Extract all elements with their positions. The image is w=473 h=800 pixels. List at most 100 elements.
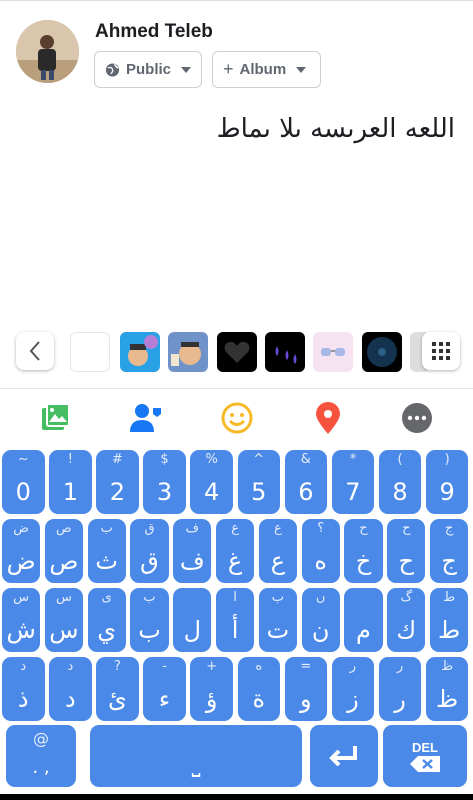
key-row3-5[interactable]: اأ: [216, 588, 255, 652]
sticker-vinyl-record[interactable]: [362, 332, 402, 372]
sticker-purple-drops[interactable]: [265, 332, 305, 372]
key-row1-6[interactable]: & 6: [284, 450, 328, 514]
key-main-label: ت: [266, 616, 290, 644]
enter-icon: [329, 746, 357, 767]
location-button[interactable]: [310, 400, 346, 436]
key-row2-2[interactable]: بث: [87, 519, 126, 583]
key-row1-2[interactable]: #2: [96, 450, 139, 514]
key-row1-4[interactable]: % 4: [190, 450, 233, 514]
key-delete[interactable]: DEL: [383, 725, 467, 787]
emoji-button[interactable]: [219, 400, 255, 436]
key-enter[interactable]: [310, 725, 378, 787]
key-row4-4[interactable]: + ؤ: [190, 657, 233, 721]
key-row1-8[interactable]: (8: [378, 450, 422, 514]
key-main-label: 5: [251, 478, 267, 506]
key-row3-8[interactable]: م: [344, 588, 383, 652]
post-text-input[interactable]: اللعه العرىسه ىلا ىماط: [217, 114, 455, 144]
key-row3-4[interactable]: ل: [173, 588, 212, 652]
key-alt-label: ف: [185, 521, 200, 536]
key-row1-0[interactable]: ~0: [2, 450, 45, 514]
key-row2-0[interactable]: ضض: [2, 519, 41, 583]
divider: [0, 388, 473, 389]
avatar[interactable]: [16, 20, 79, 83]
key-row1-5[interactable]: ^ 5: [237, 450, 280, 514]
sticker-grid-button[interactable]: [422, 332, 460, 370]
key-space[interactable]: ⎵: [90, 725, 302, 787]
more-button[interactable]: [399, 400, 435, 436]
photo-icon: [42, 403, 70, 430]
sticker-black-heart[interactable]: [217, 332, 257, 372]
tag-people-button[interactable]: [128, 400, 164, 436]
key-main-label: 6: [298, 478, 314, 506]
key-alt-label: (: [397, 452, 403, 467]
key-row4-1[interactable]: دد: [49, 657, 92, 721]
key-alt-label: &: [300, 452, 311, 467]
caret-down-icon: [296, 66, 307, 73]
key-row2-4[interactable]: فف: [173, 519, 212, 583]
key-main-label: ج: [441, 547, 457, 575]
caret-down-icon: [181, 66, 191, 73]
sticker-back-button[interactable]: [16, 332, 54, 370]
key-row3-3[interactable]: بب: [130, 588, 169, 652]
key-row2-3[interactable]: قق: [130, 519, 169, 583]
key-row4-7[interactable]: رز: [331, 657, 375, 721]
key-alt-label: ا: [233, 590, 237, 605]
key-row4-6[interactable]: = و: [284, 657, 328, 721]
key-alt-label: ص: [56, 521, 72, 536]
key-alt-label: ): [444, 452, 450, 467]
sticker-blank[interactable]: [70, 332, 110, 372]
key-main-label: ث: [95, 547, 118, 575]
key-main-label: ظ: [436, 685, 459, 713]
key-row3-0[interactable]: سش: [2, 588, 41, 652]
user-name: Ahmed Teleb: [95, 21, 213, 42]
key-row1-7[interactable]: * 7: [331, 450, 375, 514]
key-main-label: خ: [355, 547, 372, 575]
key-alt-label: ق: [144, 521, 155, 536]
key-row4-2[interactable]: ? ئ: [96, 657, 139, 721]
sticker-memoji-graduate[interactable]: [168, 332, 208, 372]
key-row3-9[interactable]: گك: [387, 588, 426, 652]
sticker-sunglasses[interactable]: [313, 332, 353, 372]
location-icon: [316, 402, 340, 434]
key-row2-1[interactable]: صص: [44, 519, 83, 583]
sticker-memoji-balloon[interactable]: [120, 332, 160, 372]
key-row1-9[interactable]: ) 9: [425, 450, 469, 514]
key-row2-6[interactable]: عع: [258, 519, 297, 583]
key-row2-9[interactable]: حح: [387, 519, 426, 583]
key-row2-5[interactable]: عغ: [216, 519, 255, 583]
key-alt-label: گ: [400, 590, 413, 605]
key-punctuation[interactable]: @ . ,: [6, 725, 76, 787]
key-alt-label: ح: [359, 521, 368, 536]
key-row1-1[interactable]: ! 1: [49, 450, 92, 514]
key-row4-9[interactable]: ظظ: [425, 657, 469, 721]
photo-button[interactable]: [38, 400, 74, 436]
key-row2-7[interactable]: ؟ ه: [301, 519, 340, 583]
key-row3-1[interactable]: سس: [44, 588, 83, 652]
key-row3-7[interactable]: ںن: [301, 588, 340, 652]
key-row4-3[interactable]: -ء: [143, 657, 186, 721]
album-selector[interactable]: + Album: [212, 51, 321, 88]
key-main-label: ر: [394, 685, 406, 713]
key-row2-10[interactable]: جج: [430, 519, 469, 583]
key-row4-5[interactable]: هة: [237, 657, 280, 721]
key-main-label: أ: [231, 616, 239, 644]
key-alt-label: ى: [101, 590, 112, 605]
grid-icon: [432, 342, 450, 360]
key-main-label: ء: [158, 685, 171, 713]
key-row4-0[interactable]: دذ: [2, 657, 45, 721]
key-alt-label: د: [20, 659, 27, 674]
key-main-label: ض: [6, 547, 36, 575]
key-main-label: ح: [398, 547, 415, 575]
key-alt-label: ر: [396, 659, 404, 674]
key-row1-3[interactable]: $3: [143, 450, 186, 514]
key-alt-label: ؟: [317, 521, 325, 536]
key-row4-8[interactable]: رر: [378, 657, 422, 721]
key-main-label: . ,: [32, 757, 50, 778]
key-row3-6[interactable]: بت: [258, 588, 297, 652]
key-row2-8[interactable]: حخ: [344, 519, 383, 583]
audience-selector[interactable]: Public: [94, 51, 202, 88]
key-alt-label: س: [13, 590, 30, 605]
key-row3-2[interactable]: ىي: [87, 588, 126, 652]
audience-label: Public: [125, 61, 171, 78]
key-row3-10[interactable]: طط: [430, 588, 469, 652]
